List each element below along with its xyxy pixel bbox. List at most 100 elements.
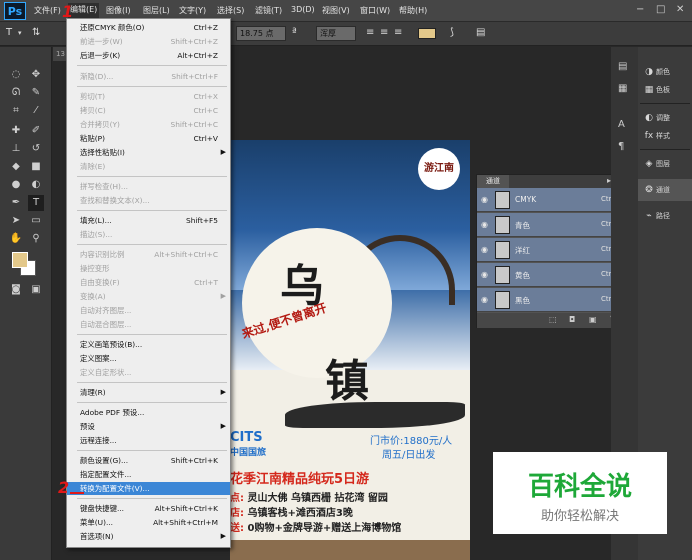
gradient-tool-icon[interactable]: ■ (28, 159, 44, 175)
actions-icon[interactable]: ▦ (618, 83, 627, 94)
menu-window[interactable]: 窗口(W) (360, 5, 390, 16)
menu-item-fade[interactable]: 渐隐(D)... Shift+Ctrl+F (67, 70, 230, 83)
menu-item-spell-check[interactable]: 拼写检查(H)... (67, 180, 230, 193)
type-tool-icon[interactable]: T (28, 195, 44, 211)
visibility-eye-icon[interactable]: ◉ (481, 195, 488, 204)
menu-type[interactable]: 文字(Y) (179, 5, 206, 16)
save-selection-icon[interactable]: ◘ (569, 315, 575, 324)
move-tool-icon[interactable]: ✥ (28, 67, 44, 83)
align-right-icon[interactable]: ≡ (394, 27, 402, 38)
menu-item-color-settings[interactable]: 颜色设置(G)... Shift+Ctrl+K (67, 454, 230, 467)
menu-item-fill[interactable]: 填充(L)... Shift+F5 (67, 214, 230, 227)
menu-item-menus[interactable]: 菜单(U)... Alt+Shift+Ctrl+M (67, 516, 230, 529)
menu-item-content-aware-scale[interactable]: 内容识别比例 Alt+Shift+Ctrl+C (67, 248, 230, 261)
menu-select[interactable]: 选择(S) (217, 5, 244, 16)
dodge-tool-icon[interactable]: ◐ (28, 177, 44, 193)
menu-item-copy-merged[interactable]: 合并拷贝(Y) Shift+Ctrl+C (67, 118, 230, 131)
menu-item-paste[interactable]: 粘贴(P) Ctrl+V (67, 132, 230, 145)
minimize-icon[interactable]: − (636, 4, 644, 15)
marquee-tool-icon[interactable]: ◌ (8, 67, 24, 83)
menu-filter[interactable]: 滤镜(T) (255, 5, 282, 16)
menu-help[interactable]: 帮助(H) (399, 5, 427, 16)
anti-alias-select[interactable]: 浑厚 (316, 26, 356, 41)
quick-select-tool-icon[interactable]: ✎ (28, 85, 44, 101)
menu-view[interactable]: 视图(V) (322, 5, 350, 16)
poster-canvas[interactable]: 游江南 乌 来过,便不曾离开 镇 CITS 中国国旅 门市价:1880元/人 周… (230, 140, 470, 560)
dock-styles[interactable]: fx 样式 (638, 125, 692, 147)
screen-mode-icon[interactable]: ▣ (28, 282, 44, 298)
menu-item-convert-to-profile[interactable]: 转换为配置文件(V)... (67, 482, 230, 495)
visibility-eye-icon[interactable]: ◉ (481, 270, 488, 279)
align-left-icon[interactable]: ≡ (366, 27, 374, 38)
crop-tool-icon[interactable]: ⌗ (8, 103, 24, 119)
menu-item-puppet-warp[interactable]: 操控变形 (67, 262, 230, 275)
pen-tool-icon[interactable]: ✒ (8, 195, 24, 211)
paragraph-icon[interactable]: ¶ (618, 141, 624, 152)
close-icon[interactable]: ✕ (676, 4, 684, 15)
healing-brush-tool-icon[interactable]: ✚ (8, 123, 24, 139)
font-size-field[interactable]: 18.75 点 (236, 26, 286, 41)
tool-preset-arrow-icon[interactable]: ▾ (18, 29, 22, 37)
dock-swatches[interactable]: ▦ 色板 (638, 79, 692, 101)
dock-paths[interactable]: ⌁ 路径 (638, 205, 692, 227)
menu-item-free-transform[interactable]: 自由变换(F) Ctrl+T (67, 276, 230, 289)
blur-tool-icon[interactable]: ● (8, 177, 24, 193)
align-center-icon[interactable]: ≡ (380, 27, 388, 38)
menu-item-define-pattern[interactable]: 定义图案... (67, 352, 230, 365)
menu-item-remote-connections[interactable]: 远程连接... (67, 434, 230, 447)
submenu-arrow-icon: ▶ (220, 422, 226, 430)
menu-item-clear[interactable]: 清除(E) (67, 160, 230, 173)
menu-item-assign-profile[interactable]: 指定配置文件... (67, 468, 230, 481)
dock-layers[interactable]: ◈ 图层 (638, 153, 692, 175)
menu-item-paste-special[interactable]: 选择性粘贴(I) ▶ (67, 146, 230, 159)
menu-item-auto-blend[interactable]: 自动混合图层... (67, 318, 230, 331)
dock-channels[interactable]: ❂ 通道 (638, 179, 692, 201)
menu-item-auto-align[interactable]: 自动对齐图层... (67, 304, 230, 317)
menu-item-cut[interactable]: 剪切(T) Ctrl+X (67, 90, 230, 103)
hand-tool-icon[interactable]: ✋ (8, 231, 24, 247)
eyedropper-tool-icon[interactable]: ⁄ (28, 103, 44, 119)
menu-item-pdf-presets[interactable]: Adobe PDF 预设... (67, 406, 230, 419)
quick-mask-icon[interactable]: ◙ (8, 282, 24, 298)
new-channel-icon[interactable]: ▣ (589, 315, 597, 324)
menu-file[interactable]: 文件(F) (34, 5, 61, 16)
clone-stamp-tool-icon[interactable]: ⊥ (8, 141, 24, 157)
menu-item-presets[interactable]: 预设 ▶ (67, 420, 230, 433)
menu-item-step-backward[interactable]: 后退一步(K) Alt+Ctrl+Z (67, 49, 230, 62)
warp-text-icon[interactable]: ⟆ (450, 27, 454, 38)
menu-item-define-shape[interactable]: 定义自定形状... (67, 366, 230, 379)
menu-item-stroke[interactable]: 描边(S)... (67, 228, 230, 241)
menu-item-find-replace[interactable]: 查找和替换文本(X)... (67, 194, 230, 207)
orientation-icon[interactable]: ⇅ (32, 27, 40, 38)
character-icon[interactable]: A (618, 119, 625, 130)
menu-item-preferences[interactable]: 首选项(N) ▶ (67, 530, 230, 543)
visibility-eye-icon[interactable]: ◉ (481, 245, 488, 254)
foreground-color-swatch[interactable] (12, 252, 28, 268)
menu-3d[interactable]: 3D(D) (291, 5, 315, 14)
menu-item-copy[interactable]: 拷贝(C) Ctrl+C (67, 104, 230, 117)
maximize-icon[interactable]: □ (656, 4, 665, 15)
menu-item-undo[interactable]: 还原CMYK 颜色(O) Ctrl+Z (67, 21, 230, 34)
lasso-tool-icon[interactable]: ᘏ (8, 85, 24, 101)
menu-item-purge[interactable]: 清理(R) ▶ (67, 386, 230, 399)
menu-image[interactable]: 图像(I) (106, 5, 131, 16)
text-color-swatch[interactable] (418, 28, 436, 39)
visibility-eye-icon[interactable]: ◉ (481, 295, 488, 304)
menu-item-keyboard-shortcuts[interactable]: 键盘快捷键... Alt+Shift+Ctrl+K (67, 502, 230, 515)
type-tool-icon[interactable]: T (6, 27, 12, 38)
menu-item-step-forward[interactable]: 前进一步(W) Shift+Ctrl+Z (67, 35, 230, 48)
history-icon[interactable]: ▤ (618, 61, 627, 72)
character-panel-icon[interactable]: ▤ (476, 27, 485, 38)
eraser-tool-icon[interactable]: ◆ (8, 159, 24, 175)
zoom-tool-icon[interactable]: ⚲ (28, 231, 44, 247)
load-selection-icon[interactable]: ⬚ (549, 315, 557, 324)
path-selection-tool-icon[interactable]: ➤ (8, 213, 24, 229)
history-brush-tool-icon[interactable]: ↺ (28, 141, 44, 157)
brush-tool-icon[interactable]: ✐ (28, 123, 44, 139)
tab-channels[interactable]: 通道 (477, 175, 509, 188)
menu-item-transform[interactable]: 变换(A) ▶ (67, 290, 230, 303)
rectangle-tool-icon[interactable]: ▭ (28, 213, 44, 229)
menu-item-define-brush[interactable]: 定义画笔预设(B)... (67, 338, 230, 351)
menu-layer[interactable]: 图层(L) (143, 5, 170, 16)
visibility-eye-icon[interactable]: ◉ (481, 220, 488, 229)
